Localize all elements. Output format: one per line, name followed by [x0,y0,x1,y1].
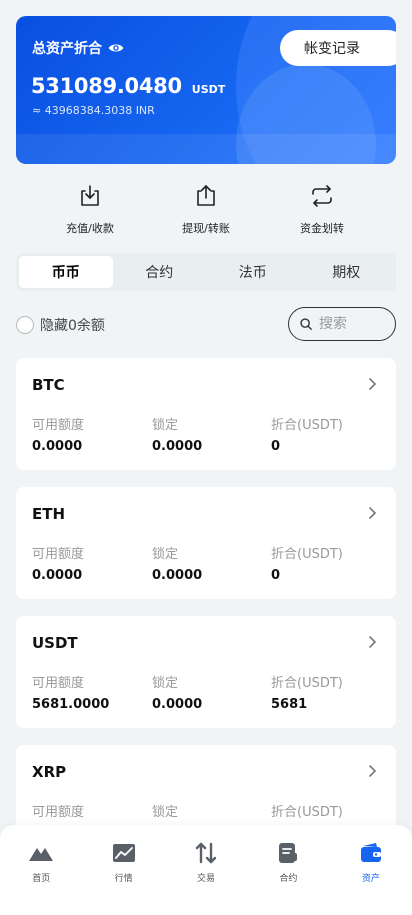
available-label: 可用额度 [32,805,85,820]
converted-value: 0 [271,568,281,583]
tab-spot[interactable]: 币币 [19,256,113,288]
home-icon [29,848,54,861]
bottom-navigation: 首页 行情 交易 合约 资产 [0,825,412,915]
asset-actions: 充值/收款 提现/转账 资金划转 [0,184,412,240]
transfer-label: 资金划转 [300,222,344,235]
nav-market-label: 行情 [114,874,133,884]
available-value: 0.0000 [32,439,83,454]
search-input[interactable] [319,316,379,332]
hide-zero-toggle[interactable]: 隐藏0余额 [16,315,105,335]
search-icon [300,318,312,330]
download-icon [81,185,99,206]
asset-card-eth[interactable]: ETH 可用额度 0.0000 锁定 0.0000 折合(USDT) 0 [16,487,396,599]
locked-label: 锁定 [152,547,179,562]
total-assets-title: 总资产折合 [32,38,124,58]
filter-row: 隐藏0余额 [16,307,396,341]
nav-market[interactable]: 行情 [82,825,164,915]
account-record-button[interactable]: 帐变记录 [280,30,396,66]
asset-card-usdt[interactable]: USDT 可用额度 5681.0000 锁定 0.0000 折合(USDT) 5… [16,616,396,728]
asset-symbol: XRP [32,763,67,781]
nav-trade[interactable]: 交易 [165,825,247,915]
available-value: 0.0000 [32,568,83,583]
locked-label: 锁定 [152,418,179,433]
tab-contract[interactable]: 合约 [113,256,207,288]
nav-assets-label: 资产 [361,874,380,884]
transfer-button[interactable]: 资金划转 [272,184,372,236]
converted-label: 折合(USDT) [271,547,343,562]
asset-symbol: ETH [32,505,66,523]
available-label: 可用额度 [32,547,85,562]
converted-label: 折合(USDT) [271,418,343,433]
converted-label: 折合(USDT) [271,676,343,691]
market-icon [112,844,135,862]
converted-value: 0 [271,439,281,454]
account-type-tabs: 币币 合约 法币 期权 [16,253,396,291]
total-assets-card: 总资产折合 531089.0480 USDT ≈ 43968384.3038 I… [16,16,396,164]
nav-contract-label: 合约 [279,874,298,884]
deposit-button[interactable]: 充值/收款 [40,184,140,236]
chevron-right-icon [369,378,377,390]
trade-icon [195,842,217,864]
nav-home-label: 首页 [32,874,51,884]
asset-symbol: USDT [32,634,78,652]
available-label: 可用额度 [32,676,85,691]
fiat-equivalent: ≈ 43968384.3038 INR [32,104,155,117]
nav-home[interactable]: 首页 [0,825,82,915]
wallet-icon [360,843,381,862]
chevron-right-icon [369,636,377,648]
upload-icon [197,185,215,206]
amount-value: 531089.0480 [31,74,182,98]
contract-icon [279,843,298,863]
available-value: 5681.0000 [32,697,110,712]
chevron-right-icon [369,765,377,777]
search-box[interactable] [288,307,396,341]
amount-unit: USDT [191,83,226,96]
locked-value: 0.0000 [152,439,203,454]
hide-zero-label: 隐藏0余额 [40,318,105,334]
total-assets-label: 总资产折合 [32,41,102,57]
tab-fiat[interactable]: 法币 [206,256,300,288]
converted-value: 5681 [271,697,308,712]
locked-value: 0.0000 [152,697,203,712]
asset-card-btc[interactable]: BTC 可用额度 0.0000 锁定 0.0000 折合(USDT) 0 [16,358,396,470]
nav-contract[interactable]: 合约 [247,825,329,915]
nav-trade-label: 交易 [197,874,216,884]
total-assets-amount: 531089.0480 USDT [31,74,225,98]
locked-label: 锁定 [152,805,179,820]
locked-label: 锁定 [152,676,179,691]
nav-assets[interactable]: 资产 [330,825,412,915]
hide-zero-radio[interactable] [16,316,34,334]
withdraw-label: 提现/转账 [182,222,230,235]
deposit-label: 充值/收款 [66,222,114,235]
asset-symbol: BTC [32,376,65,394]
converted-label: 折合(USDT) [271,805,343,820]
tab-options[interactable]: 期权 [300,256,394,288]
locked-value: 0.0000 [152,568,203,583]
transfer-icon [312,185,332,207]
available-label: 可用额度 [32,418,85,433]
withdraw-button[interactable]: 提现/转账 [156,184,256,236]
chevron-right-icon [369,507,377,519]
eye-icon[interactable] [108,40,124,56]
